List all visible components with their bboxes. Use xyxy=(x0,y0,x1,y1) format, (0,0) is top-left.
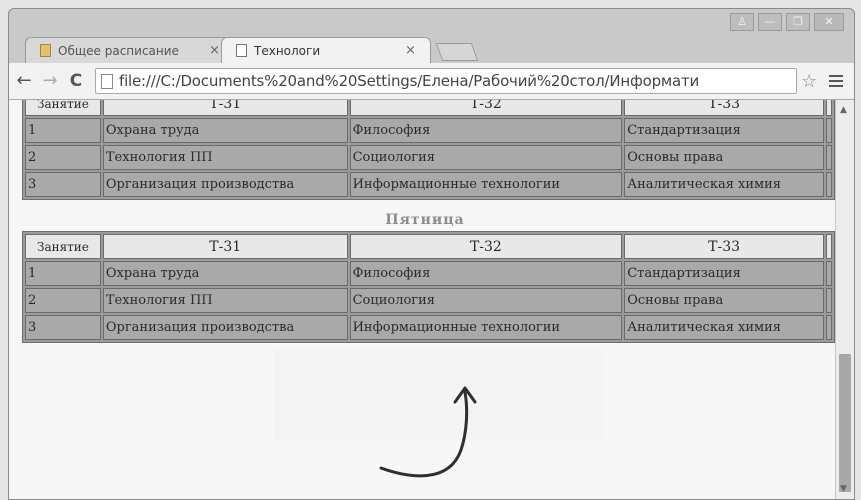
header-spacer xyxy=(825,100,832,116)
spacer-cell xyxy=(825,145,832,170)
header-lesson: Занятие xyxy=(25,100,101,116)
subject-cell: Философия xyxy=(349,118,623,143)
minimize-button[interactable]: — xyxy=(758,13,782,31)
subject-cell: Аналитическая химия xyxy=(624,172,824,197)
subject-cell: Аналитическая химия xyxy=(624,315,824,340)
menu-icon[interactable] xyxy=(829,72,844,90)
reload-button[interactable]: C xyxy=(65,70,87,92)
subject-cell: Стандартизация xyxy=(624,261,824,286)
spacer-cell xyxy=(825,261,832,286)
subject-cell: Социология xyxy=(349,145,623,170)
table-row: 1 Охрана труда Философия Стандартизация xyxy=(25,118,832,143)
tab-close-icon[interactable]: × xyxy=(405,43,416,58)
table-row: 3 Организация производства Информационны… xyxy=(25,172,832,197)
subject-cell: Охрана труда xyxy=(102,118,348,143)
toolbar: ← → C file:///C:/Documents%20and%20Setti… xyxy=(9,63,854,100)
tab-strip: Общее расписание × Технологи × xyxy=(25,33,479,63)
close-window-button[interactable]: ✕ xyxy=(814,13,844,31)
back-button[interactable]: ← xyxy=(13,70,35,92)
tab-general-schedule[interactable]: Общее расписание × xyxy=(25,37,235,63)
header-lesson: Занятие xyxy=(25,234,101,259)
tab-close-icon[interactable]: × xyxy=(209,43,220,58)
page-icon xyxy=(40,44,51,57)
header-spacer xyxy=(825,234,832,259)
subject-cell: Технология ПП xyxy=(102,145,348,170)
subject-cell: Философия xyxy=(349,261,623,286)
subject-cell: Охрана труда xyxy=(102,261,348,286)
new-tab-button[interactable] xyxy=(435,43,479,61)
table-row: 1 Охрана труда Философия Стандартизация xyxy=(25,261,832,286)
annotation-arrow-icon xyxy=(379,386,477,478)
spacer-cell xyxy=(825,288,832,313)
url-text[interactable]: file:///C:/Documents%20and%20Settings/Ел… xyxy=(119,72,699,90)
subject-cell: Основы права xyxy=(624,288,824,313)
file-icon xyxy=(101,73,113,89)
table-row: 2 Технология ПП Социология Основы права xyxy=(25,288,832,313)
address-bar[interactable]: file:///C:/Documents%20and%20Settings/Ел… xyxy=(95,68,797,94)
page-icon xyxy=(236,44,247,57)
forward-button[interactable]: → xyxy=(39,70,61,92)
subject-cell: Социология xyxy=(349,288,623,313)
lesson-number: 2 xyxy=(25,145,101,170)
schedule-table-friday: Занятие Т-31 Т-32 Т-33 1 Охрана труда Фи… xyxy=(22,231,835,343)
window-controls: ♙ — ❐ ✕ xyxy=(730,13,844,31)
spacer-cell xyxy=(825,172,832,197)
table-row: 3 Организация производства Информационны… xyxy=(25,315,832,340)
header-group: Т-31 xyxy=(102,234,348,259)
spacer-cell xyxy=(825,118,832,143)
lesson-number: 3 xyxy=(25,315,101,340)
subject-cell: Информационные технологии xyxy=(349,172,623,197)
subject-cell: Организация производства xyxy=(102,315,348,340)
maximize-button[interactable]: ❐ xyxy=(786,13,810,31)
subject-cell: Стандартизация xyxy=(624,118,824,143)
subject-cell: Информационные технологии xyxy=(349,315,623,340)
lesson-number: 1 xyxy=(25,261,101,286)
browser-window: ♙ — ❐ ✕ Общее расписание × Технологи × ←… xyxy=(8,8,855,500)
schedule-table-thursday: Занятие Т-31 Т-32 Т-33 1 Охрана труда Фи… xyxy=(22,100,835,200)
tab-technologists[interactable]: Технологи × xyxy=(221,37,431,63)
bookmark-star-icon[interactable]: ☆ xyxy=(801,71,817,92)
table-row: 2 Технология ПП Социология Основы права xyxy=(25,145,832,170)
header-group: Т-32 xyxy=(349,100,623,116)
lesson-number: 2 xyxy=(25,288,101,313)
header-group: Т-32 xyxy=(349,234,623,259)
user-icon[interactable]: ♙ xyxy=(730,13,754,31)
lesson-number: 1 xyxy=(25,118,101,143)
lesson-number: 3 xyxy=(25,172,101,197)
scrollbar-thumb[interactable] xyxy=(839,354,851,492)
subject-cell: Технология ПП xyxy=(102,288,348,313)
header-group: Т-31 xyxy=(102,100,348,116)
tab-title: Общее расписание xyxy=(58,43,179,58)
scroll-up-icon[interactable]: ▲ xyxy=(840,105,847,115)
tab-title: Технологи xyxy=(254,43,321,58)
table-header-row: Занятие Т-31 Т-32 Т-33 xyxy=(25,100,832,116)
header-group: Т-33 xyxy=(624,234,824,259)
subject-cell: Основы права xyxy=(624,145,824,170)
page-content: Занятие Т-31 Т-32 Т-33 1 Охрана труда Фи… xyxy=(9,100,835,499)
vertical-scrollbar[interactable]: ▲ ▼ xyxy=(835,100,854,499)
spacer-cell xyxy=(825,315,832,340)
subject-cell: Организация производства xyxy=(102,172,348,197)
header-group: Т-33 xyxy=(624,100,824,116)
day-heading: Пятница xyxy=(385,212,465,228)
table-header-row: Занятие Т-31 Т-32 Т-33 xyxy=(25,234,832,259)
scroll-down-icon[interactable]: ▼ xyxy=(840,484,847,494)
